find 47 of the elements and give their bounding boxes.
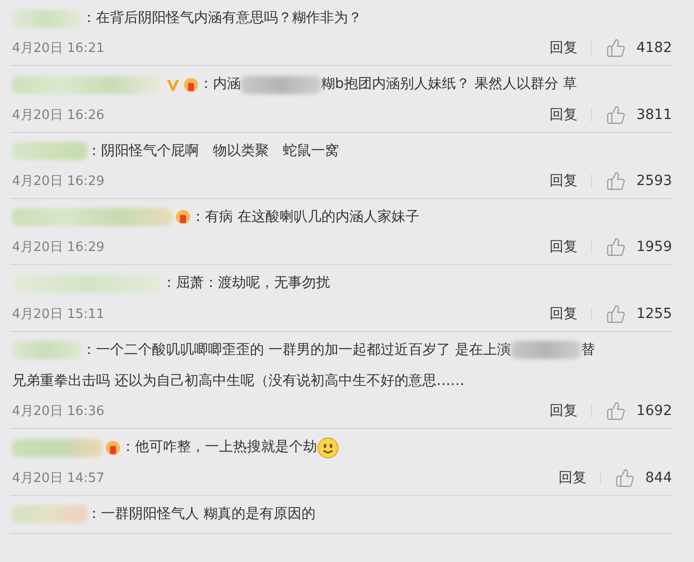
comment-text: ：一群阴阳怪气人 糊真的是有原因的 [87,506,316,522]
medal-icon [105,440,121,456]
comment-text: 糊b抱团内涵别人妹纸？ 果然人以群分 草 [321,76,577,92]
like-count: 3811 [636,106,672,123]
comment-text: 替 [580,342,595,358]
comment-text: ：他可咋整，一上热搜就是个劫 [121,439,317,456]
like-icon[interactable] [606,304,626,324]
comment-date: 4月20日 16:26 [12,106,104,124]
reply-link[interactable]: 回复 [549,174,592,188]
comment-date: 4月20日 15:11 [12,306,104,323]
blurred-username [12,341,82,360]
comment-text: ：一个二个酸叽叽唧唧歪歪的 一群男的加一起都过近百岁了 是在上演 [82,342,511,358]
like-count: 2593 [636,172,672,189]
like-icon[interactable] [615,468,636,488]
comment-date: 4月20日 14:57 [12,470,104,487]
reply-link[interactable]: 回复 [549,108,592,122]
medal-icon [175,209,191,226]
reply-link[interactable]: 回复 [549,240,592,254]
like-count: 1692 [636,403,672,420]
smile-emoji-icon [317,436,339,459]
blurred-username [12,10,82,28]
comment-text: ：阴阳怪气个屁啊 物以类聚 蛇鼠一窝 [87,142,339,159]
comment-text: ：在背后阴阳怪气内涵有意思吗？糊作非为？ [82,10,362,26]
comment-text: 兄弟重拳出击吗 还以为自己初高中生呢（没有说初高中生不好的意思…… [12,372,464,389]
like-count: 1959 [636,239,672,256]
comment-text: ：有病 在这酸喇叭几的内涵人家妹子 [191,208,420,225]
verified-icon [166,78,180,92]
like-icon[interactable] [606,401,626,422]
comment-date: 4月20日 16:29 [12,239,104,256]
blurred-text [510,341,581,360]
like-count: 1255 [636,306,672,322]
reply-link[interactable]: 回复 [549,404,592,418]
like-icon[interactable] [606,237,626,258]
like-icon[interactable] [606,170,626,191]
like-count: 4182 [636,40,672,56]
comment-text: ：屈萧：渡劫呢，无事勿扰 [162,275,330,292]
reply-link[interactable]: 回复 [558,470,602,485]
reply-link[interactable]: 回复 [549,306,592,321]
reply-link[interactable]: 回复 [549,41,592,56]
comment-text: ：内涵 [199,76,241,92]
like-icon[interactable] [606,38,626,58]
comment-date: 4月20日 16:29 [12,172,104,190]
comment-date: 4月20日 16:21 [12,40,104,58]
like-count: 844 [645,470,672,486]
like-icon[interactable] [606,104,626,125]
medal-icon [183,76,199,93]
comment-date: 4月20日 16:36 [12,403,104,420]
